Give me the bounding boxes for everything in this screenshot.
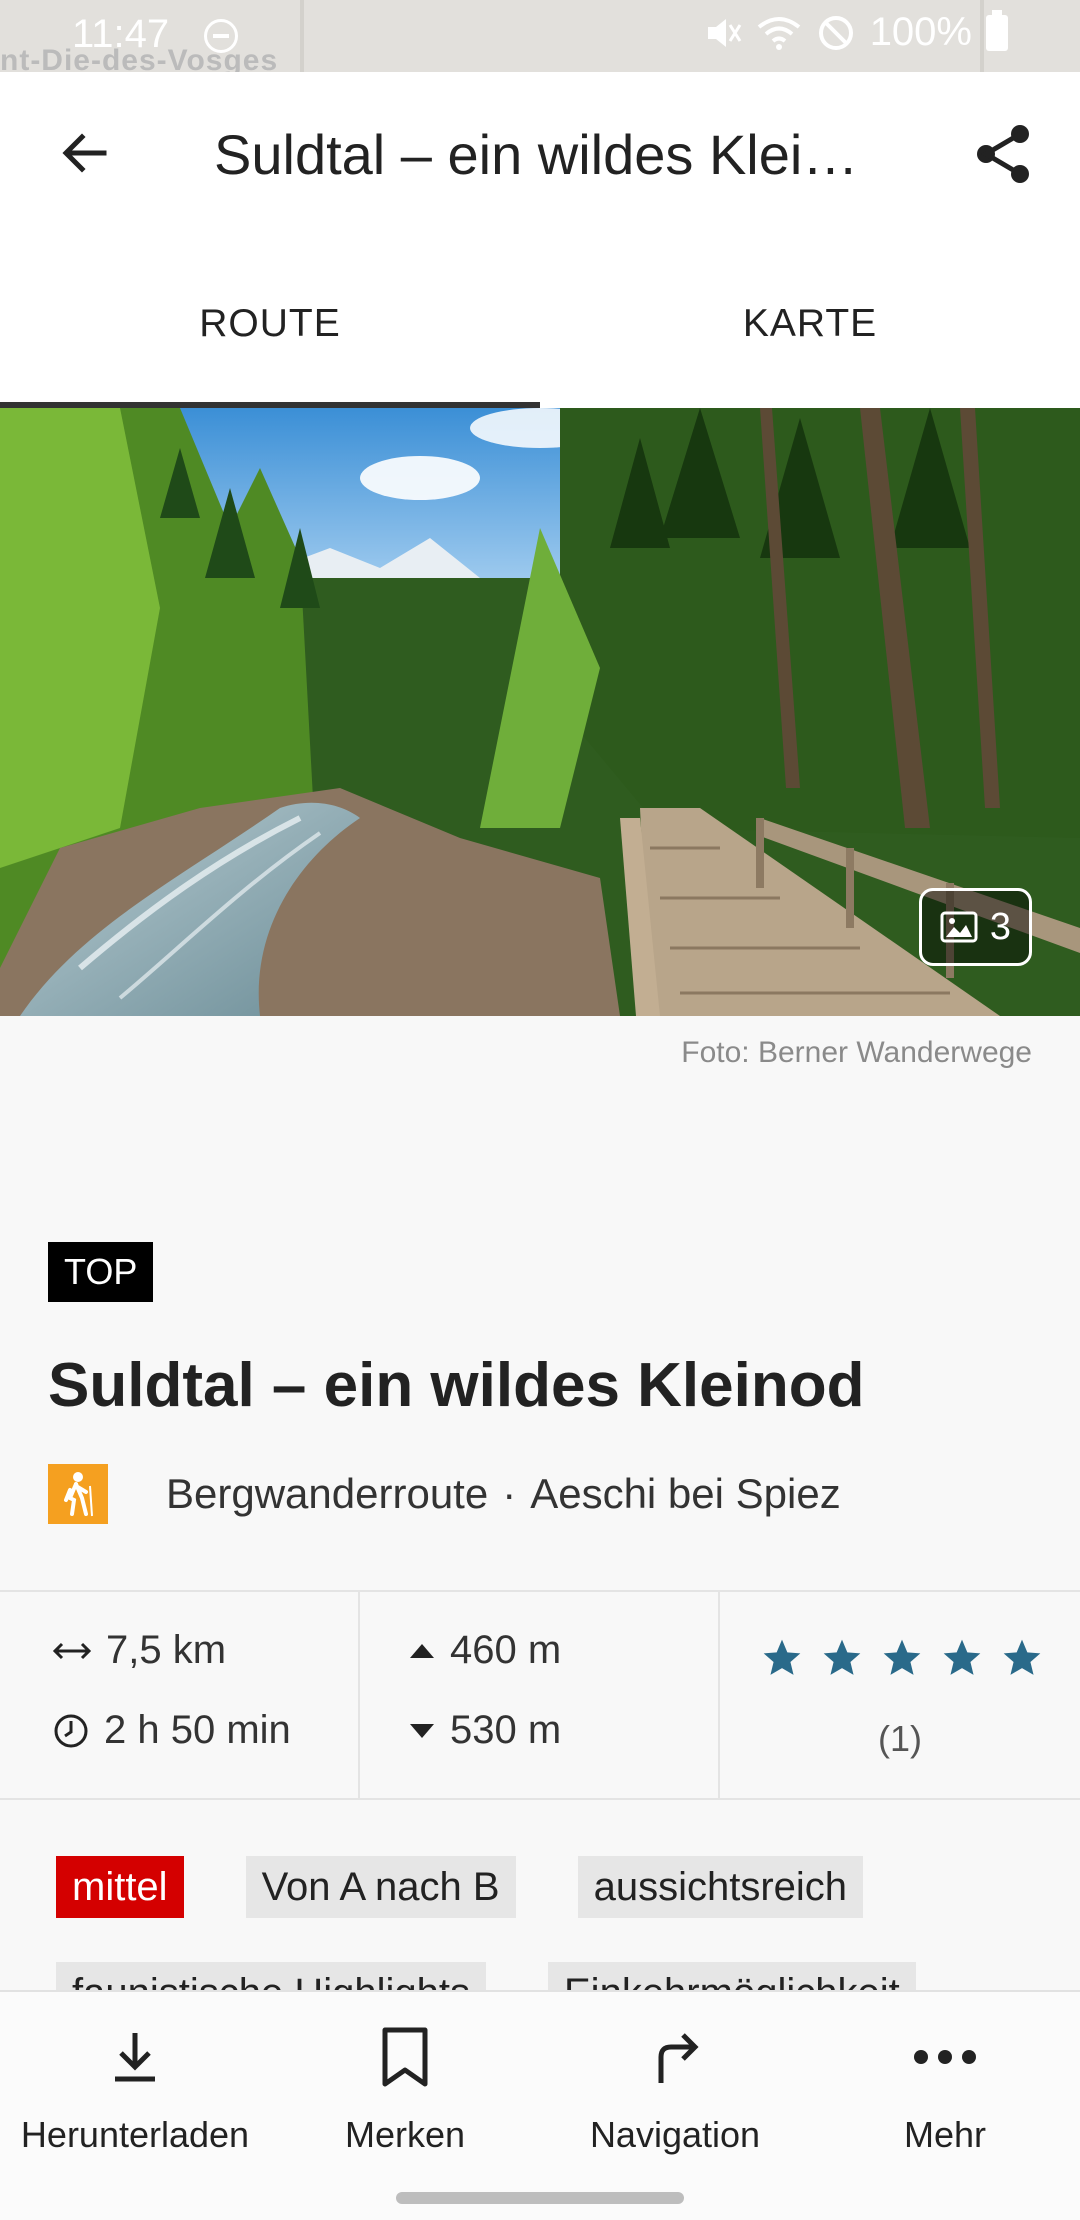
navigation-button[interactable]: Navigation bbox=[540, 1992, 810, 2172]
star-icon bbox=[763, 1639, 801, 1675]
share-icon bbox=[977, 125, 1029, 183]
tag-list: mittel Von A nach B aussichtsreich bbox=[56, 1856, 864, 1918]
star-icon bbox=[943, 1639, 981, 1675]
photo-count: 3 bbox=[989, 905, 1011, 948]
route-title: Suldtal – ein wildes Kleinod bbox=[48, 1351, 865, 1420]
more-horizontal-icon bbox=[914, 2050, 976, 2064]
more-button[interactable]: Mehr bbox=[810, 1992, 1080, 2172]
mute-icon bbox=[707, 18, 741, 47]
share-button[interactable] bbox=[964, 114, 1044, 194]
ascent-value: 460 m bbox=[450, 1628, 562, 1672]
tag-item: faunistische Highlights bbox=[56, 1962, 486, 1992]
route-location: Aeschi bei Spiez bbox=[530, 1470, 841, 1517]
star-icon bbox=[823, 1639, 861, 1675]
wifi-icon bbox=[757, 16, 800, 50]
turn-right-icon bbox=[658, 2033, 699, 2083]
more-label: Mehr bbox=[903, 2114, 987, 2155]
route-type: Bergwanderroute bbox=[166, 1470, 489, 1517]
duration-value: 2 h 50 min bbox=[104, 1708, 291, 1752]
distance-value: 7,5 km bbox=[106, 1628, 227, 1672]
clock-icon bbox=[54, 1714, 88, 1747]
tag-list-second-row: faunistische Highlights Einkehrmöglichke… bbox=[56, 1962, 916, 1992]
bookmark-icon bbox=[382, 2027, 428, 2087]
download-icon bbox=[115, 2033, 155, 2082]
tab-route[interactable]: ROUTE bbox=[0, 242, 540, 408]
bottom-action-bar: Herunterladen Merken Navigation Mehr bbox=[0, 1990, 1080, 2172]
tab-bar: ROUTE KARTE bbox=[0, 242, 1080, 408]
descent-icon bbox=[410, 1723, 434, 1738]
tag-item: Von A nach B bbox=[245, 1856, 516, 1918]
rating-stars bbox=[760, 1636, 1044, 1680]
gesture-navigation-bar bbox=[0, 2172, 1080, 2220]
stats-distance-duration: 7,5 km 2 h 50 min bbox=[0, 1592, 358, 1798]
bookmark-label: Merken bbox=[344, 2114, 466, 2155]
page-title: Suldtal – ein wildes Klei… bbox=[214, 123, 859, 186]
photo-credit: Foto: Berner Wanderwege bbox=[681, 1036, 1032, 1069]
descent-value: 530 m bbox=[450, 1708, 562, 1752]
ascent-icon bbox=[410, 1643, 434, 1658]
distance-row: 7,5 km bbox=[52, 1628, 226, 1673]
duration-row: 2 h 50 min bbox=[52, 1708, 291, 1753]
tag-difficulty: mittel bbox=[56, 1856, 184, 1918]
do-not-disturb-icon bbox=[204, 19, 238, 53]
blocked-icon bbox=[818, 15, 853, 50]
battery-percentage: 100% bbox=[869, 10, 972, 54]
rating-count: (1) bbox=[878, 1718, 922, 1759]
home-gesture-handle[interactable] bbox=[396, 2192, 684, 2204]
star-icon bbox=[883, 1639, 921, 1675]
route-meta: Bergwanderroute · Aeschi bei Spiez bbox=[48, 1464, 841, 1524]
tag-item: aussichtsreich bbox=[577, 1856, 864, 1918]
hero-image[interactable]: 3 bbox=[0, 408, 1080, 1016]
battery-icon bbox=[986, 9, 1008, 51]
map-background-line bbox=[300, 0, 304, 72]
bookmark-button[interactable]: Merken bbox=[270, 1992, 540, 2172]
photo-gallery-button[interactable]: 3 bbox=[918, 888, 1032, 966]
back-button[interactable] bbox=[48, 117, 120, 189]
descent-row: 530 m bbox=[408, 1708, 561, 1753]
image-icon bbox=[940, 911, 978, 943]
top-badge: TOP bbox=[48, 1242, 154, 1302]
stats-elevation: 460 m 530 m bbox=[358, 1592, 718, 1798]
navigation-label: Navigation bbox=[589, 2114, 761, 2155]
status-time: 11:47 bbox=[72, 12, 170, 56]
tab-map[interactable]: KARTE bbox=[540, 242, 1080, 408]
download-button[interactable]: Herunterladen bbox=[0, 1992, 270, 2172]
arrow-back-icon bbox=[62, 133, 107, 173]
status-bar: nt-Die-des-Vosges 11:47 100% bbox=[0, 0, 1080, 72]
route-stats: 7,5 km 2 h 50 min 460 m 530 m (1) bbox=[0, 1590, 1080, 1800]
tag-item: Einkehrmöglichkeit bbox=[548, 1962, 916, 1992]
download-label: Herunterladen bbox=[20, 2114, 250, 2155]
app-bar: Suldtal – ein wildes Klei… bbox=[0, 72, 1080, 242]
meta-separator: · bbox=[502, 1470, 517, 1517]
ascent-row: 460 m bbox=[408, 1628, 561, 1673]
hiking-icon bbox=[48, 1464, 108, 1524]
distance-icon bbox=[52, 1642, 92, 1659]
status-icons: 100% bbox=[702, 9, 1008, 55]
star-icon bbox=[1003, 1639, 1041, 1675]
stats-rating[interactable]: (1) bbox=[718, 1592, 1080, 1798]
